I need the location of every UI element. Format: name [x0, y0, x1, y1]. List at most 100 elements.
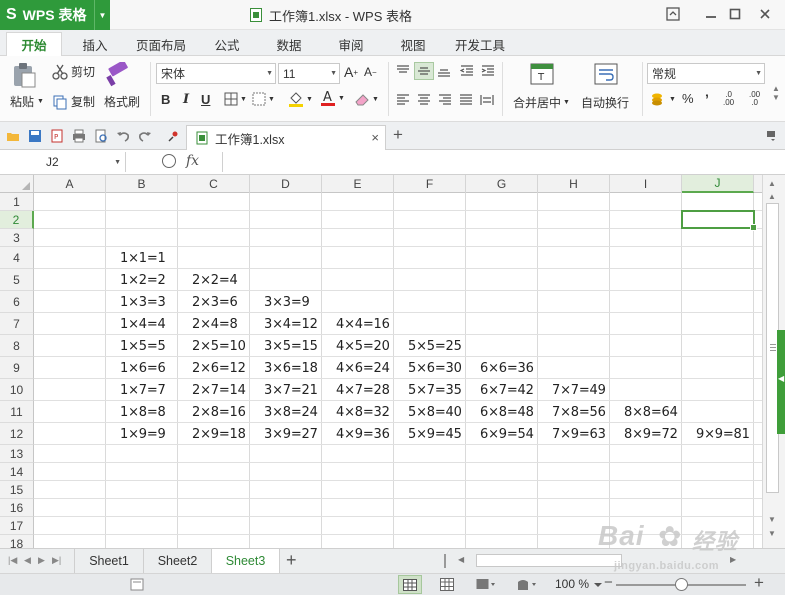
cell-c7[interactable]: 2×4=8	[178, 313, 250, 335]
cell-style-button[interactable]: ▼	[252, 92, 275, 106]
cell-b12[interactable]: 1×9=9	[106, 423, 178, 445]
zoom-level[interactable]: 100 %	[555, 577, 589, 591]
side-panel-toggle[interactable]: ◀	[777, 330, 785, 434]
row-header-8[interactable]: 8	[0, 335, 34, 357]
open-folder-icon[interactable]	[6, 129, 20, 143]
row-header-6[interactable]: 6	[0, 291, 34, 313]
cell-d12[interactable]: 3×9=27	[250, 423, 322, 445]
cell-b11[interactable]: 1×8=8	[106, 401, 178, 423]
cell-e8[interactable]: 4×5=20	[322, 335, 394, 357]
reading-layout-icon[interactable]	[476, 578, 498, 591]
ribbon-collapse-icon[interactable]	[766, 130, 778, 142]
splitter[interactable]	[444, 554, 446, 568]
number-format-select[interactable]: 常规 ▼	[647, 63, 765, 84]
column-header-e[interactable]: E	[322, 175, 394, 193]
cell-f9[interactable]: 5×6=30	[394, 357, 466, 379]
underline-button[interactable]: U	[201, 92, 210, 107]
row-header-17[interactable]: 17	[0, 517, 34, 535]
align-bottom-icon[interactable]	[437, 65, 451, 77]
column-header-h[interactable]: H	[538, 175, 610, 193]
page-break-view-icon[interactable]	[440, 578, 454, 591]
cell-e7[interactable]: 4×4=16	[322, 313, 394, 335]
cell-e11[interactable]: 4×8=32	[322, 401, 394, 423]
restore-down-icon[interactable]	[662, 4, 684, 24]
cell-f8[interactable]: 5×5=25	[394, 335, 466, 357]
borders-button[interactable]: ▼	[224, 92, 247, 106]
normal-view-button[interactable]	[398, 575, 422, 594]
tab-page-layout[interactable]: 页面布局	[128, 32, 194, 56]
close-tab-icon[interactable]: ×	[371, 130, 379, 145]
justify-icon[interactable]	[459, 94, 473, 106]
chevron-down-icon[interactable]: ▼	[94, 0, 110, 30]
cell-b8[interactable]: 1×5=5	[106, 335, 178, 357]
increase-font-icon[interactable]: A +	[344, 64, 358, 80]
cell-g11[interactable]: 6×8=48	[466, 401, 538, 423]
column-header-c[interactable]: C	[178, 175, 250, 193]
spreadsheet-grid[interactable]: ABCDEFGHIJ 1 2 3 4 5 6 7 8 9 10 11 12 13 14 15 16 17 18 1…	[0, 175, 762, 548]
column-header-f[interactable]: F	[394, 175, 466, 193]
clear-format-button[interactable]: ▼	[354, 92, 379, 106]
row-header-18[interactable]: 18	[0, 535, 34, 548]
tab-data[interactable]: 数据	[264, 32, 314, 56]
align-top-icon[interactable]	[396, 65, 410, 77]
cell-d11[interactable]: 3×8=24	[250, 401, 322, 423]
next-sheet-icon[interactable]: ▶	[38, 555, 45, 566]
row-header-1[interactable]: 1	[0, 193, 34, 211]
cell-f12[interactable]: 5×9=45	[394, 423, 466, 445]
cell-c9[interactable]: 2×6=12	[178, 357, 250, 379]
cell-d7[interactable]: 3×4=12	[250, 313, 322, 335]
cell-g10[interactable]: 6×7=42	[466, 379, 538, 401]
row-header-3[interactable]: 3	[0, 229, 34, 247]
last-sheet-icon[interactable]: ▶|	[52, 555, 61, 566]
copy-button[interactable]: 复制	[52, 93, 95, 110]
wrap-text-button[interactable]: 自动换行	[581, 94, 629, 111]
row-header-9[interactable]: 9	[0, 357, 34, 379]
font-name-select[interactable]: 宋体 ▼	[156, 63, 276, 84]
cell-h12[interactable]: 7×9=63	[538, 423, 610, 445]
cell-i11[interactable]: 8×8=64	[610, 401, 682, 423]
close-icon[interactable]	[754, 4, 776, 24]
cell-c10[interactable]: 2×7=14	[178, 379, 250, 401]
distributed-align-icon[interactable]	[480, 94, 494, 106]
row-header-10[interactable]: 10	[0, 379, 34, 401]
cell-d9[interactable]: 3×6=18	[250, 357, 322, 379]
document-tab[interactable]: 工作簿1.xlsx ×	[186, 125, 386, 150]
cell-d8[interactable]: 3×5=15	[250, 335, 322, 357]
column-header-d[interactable]: D	[250, 175, 322, 193]
cell-c5[interactable]: 2×2=4	[178, 269, 250, 291]
paste-button[interactable]	[10, 62, 38, 88]
row-header-5[interactable]: 5	[0, 269, 34, 291]
align-center-icon[interactable]	[417, 94, 431, 106]
decrease-font-icon[interactable]: A −	[364, 65, 377, 79]
row-header-11[interactable]: 11	[0, 401, 34, 423]
fill-color-button[interactable]: ▼	[288, 90, 313, 108]
cell-b7[interactable]: 1×4=4	[106, 313, 178, 335]
minimize-icon[interactable]	[700, 4, 722, 24]
align-right-icon[interactable]	[438, 94, 452, 106]
cell-c6[interactable]: 2×3=6	[178, 291, 250, 313]
search-icon[interactable]	[162, 154, 176, 168]
cell-g9[interactable]: 6×6=36	[466, 357, 538, 379]
scroll-up-icon[interactable]: ▲	[768, 192, 776, 201]
first-sheet-icon[interactable]: |◀	[8, 555, 17, 566]
tab-view[interactable]: 视图	[388, 32, 438, 56]
row-header-2[interactable]: 2	[0, 211, 34, 229]
cell-b5[interactable]: 1×2=2	[106, 269, 178, 291]
format-painter-button[interactable]	[104, 62, 132, 88]
row-header-13[interactable]: 13	[0, 445, 34, 463]
cell-h11[interactable]: 7×8=56	[538, 401, 610, 423]
print-preview-icon[interactable]	[94, 129, 108, 143]
app-menu-button[interactable]: S WPS 表格 ▼	[0, 0, 110, 30]
row-header-15[interactable]: 15	[0, 481, 34, 499]
sheet-tab-1[interactable]: Sheet1	[74, 549, 144, 573]
add-sheet-plus-icon[interactable]: +	[286, 550, 297, 571]
insert-function-button[interactable]: fx	[186, 153, 199, 169]
save-icon[interactable]	[28, 129, 42, 143]
indent-increase-icon[interactable]	[481, 65, 495, 77]
column-header-j[interactable]: J	[682, 175, 754, 193]
row-header-12[interactable]: 12	[0, 423, 34, 445]
customize-quick-access-icon[interactable]	[166, 129, 180, 143]
cell-e10[interactable]: 4×7=28	[322, 379, 394, 401]
decrease-decimal-icon[interactable]: .00.0	[749, 91, 760, 107]
column-header-b[interactable]: B	[106, 175, 178, 193]
